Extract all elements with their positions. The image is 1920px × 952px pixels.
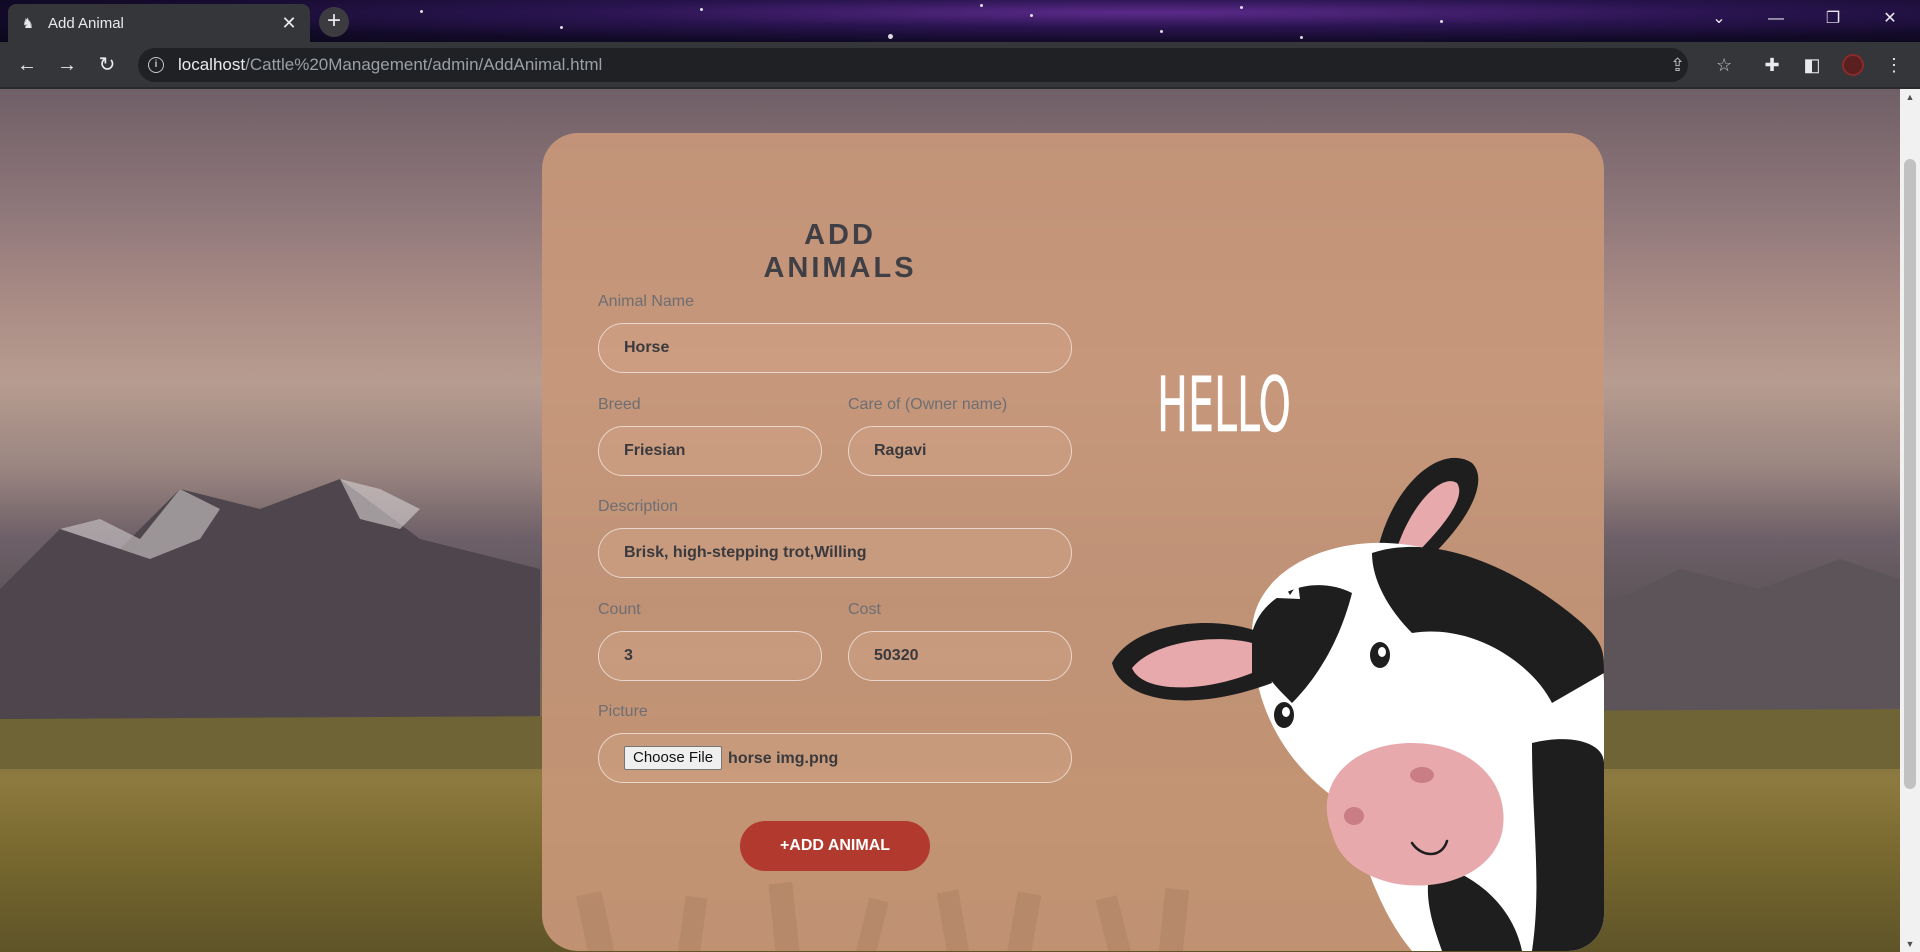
browser-titlebar: ♞ Add Animal ✕ + ⌄ — ❐ ✕	[0, 0, 1920, 42]
back-icon: ←	[17, 54, 37, 76]
menu-icon[interactable]: ⋮	[1880, 51, 1908, 79]
choose-file-button[interactable]: Choose File	[624, 746, 723, 770]
address-bar[interactable]: i localhost/Cattle%20Management/admin/Ad…	[138, 48, 1732, 82]
cost-label: Cost	[848, 601, 881, 618]
close-window-icon: ✕	[1883, 10, 1897, 27]
description-label: Description	[598, 498, 679, 515]
favicon-icon: ♞	[21, 15, 35, 31]
tab-title: Add Animal	[48, 14, 124, 32]
info-icon[interactable]: i	[148, 57, 164, 73]
scroll-thumb[interactable]	[1904, 159, 1916, 789]
animal-name-input[interactable]: Horse	[598, 323, 1072, 373]
url-host: localhost	[178, 55, 246, 74]
restore-icon: ❐	[1825, 10, 1841, 27]
page-title: ADD ANIMALS	[763, 219, 917, 284]
reload-button[interactable]: ↻	[93, 51, 121, 79]
close-window-button[interactable]: ✕	[1862, 0, 1918, 38]
back-button[interactable]: ←	[13, 51, 41, 79]
minimize-icon: —	[1768, 10, 1784, 27]
add-animal-card: ADD ANIMALS Animal Name Horse Breed Frie…	[542, 133, 1604, 951]
count-label: Count	[598, 601, 641, 618]
page-viewport: ADD ANIMALS Animal Name Horse Breed Frie…	[0, 89, 1900, 952]
browser-tab[interactable]: ♞ Add Animal ✕	[8, 4, 310, 42]
browser-toolbar: ← → ↻ i localhost/Cattle%20Management/ad…	[0, 42, 1920, 88]
plus-icon: +	[326, 7, 341, 34]
picture-file-input[interactable]: Choose File horse img.png	[598, 733, 1072, 783]
animal-name-label: Animal Name	[598, 293, 695, 310]
restore-button[interactable]: ❐	[1805, 0, 1861, 38]
close-icon[interactable]: ✕	[280, 14, 298, 32]
owner-label: Care of (Owner name)	[848, 396, 1008, 413]
add-animal-button[interactable]: +ADD ANIMAL	[740, 821, 930, 871]
minimize-button[interactable]: —	[1748, 0, 1804, 38]
description-input[interactable]: Brisk, high-stepping trot,Willing	[598, 528, 1072, 578]
selected-file-name: horse img.png	[728, 749, 839, 767]
reload-icon: ↻	[98, 54, 116, 76]
star-icon[interactable]: ☆	[1716, 48, 1732, 82]
new-tab-button[interactable]: +	[319, 7, 349, 37]
page-scrollbar[interactable]: ▲ ▼	[1900, 89, 1920, 952]
tab-search-button[interactable]: ⌄	[1691, 0, 1747, 38]
scroll-down-icon[interactable]: ▼	[1900, 936, 1920, 952]
owner-input[interactable]: Ragavi	[848, 426, 1072, 476]
scroll-up-icon[interactable]: ▲	[1900, 89, 1920, 105]
breed-input[interactable]: Friesian	[598, 426, 822, 476]
cost-input[interactable]: 50320	[848, 631, 1072, 681]
forward-icon: →	[57, 54, 77, 76]
extensions-icon[interactable]: ✚	[1758, 51, 1786, 79]
chevron-down-icon: ⌄	[1712, 10, 1726, 27]
profile-avatar[interactable]	[1842, 54, 1864, 76]
picture-label: Picture	[598, 703, 648, 720]
sidepanel-icon[interactable]: ◧	[1798, 51, 1826, 79]
count-input[interactable]: 3	[598, 631, 822, 681]
url-path: /Cattle%20Management/admin/AddAnimal.htm…	[245, 55, 603, 74]
breed-label: Breed	[598, 396, 641, 413]
share-icon[interactable]: ⇪	[1670, 48, 1685, 82]
cow-illustration	[1112, 457, 1604, 951]
forward-button[interactable]: →	[53, 51, 81, 79]
